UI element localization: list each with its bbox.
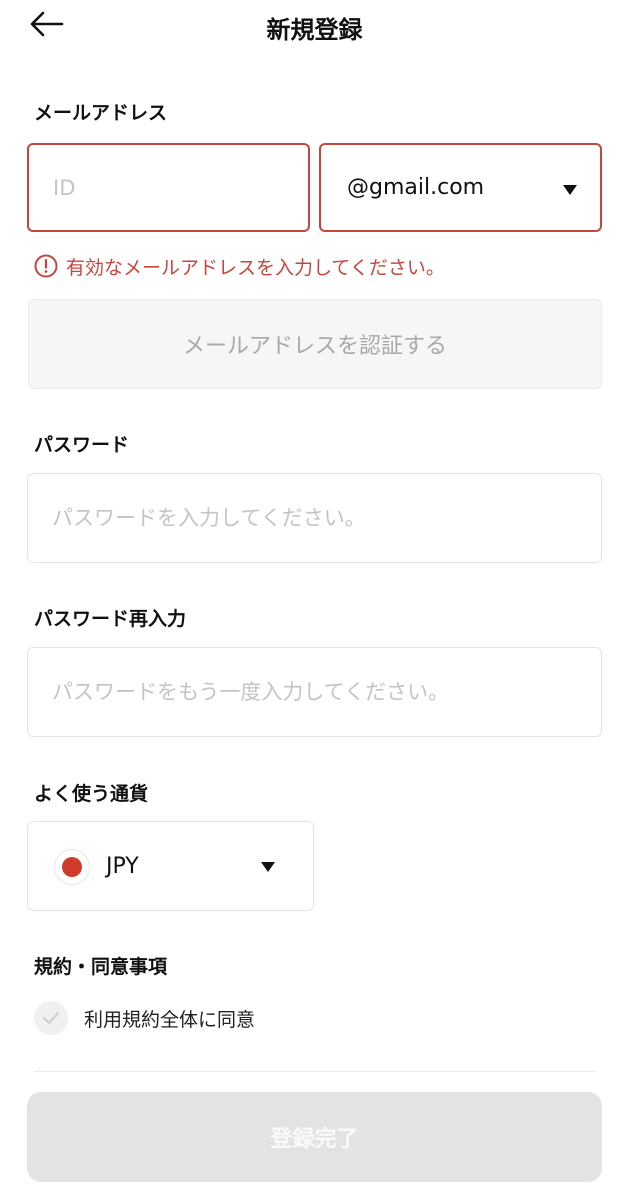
password-confirm-input[interactable] [28,648,601,736]
email-label: メールアドレス [34,102,168,124]
page-title: 新規登録 [266,16,363,44]
terms-label: 規約・同意事項 [34,956,168,978]
email-id-input[interactable] [29,145,308,230]
caret-down-icon [261,862,275,872]
check-icon [34,1001,68,1035]
currency-value: JPY [106,853,139,879]
password-confirm-label: パスワード再入力 [34,608,187,630]
email-domain-select[interactable]: @gmail.com [319,143,602,232]
password-field[interactable] [27,473,602,563]
email-id-field[interactable] [27,143,310,232]
password-input[interactable] [28,474,601,562]
email-domain-value: @gmail.com [347,175,485,200]
caret-down-icon [563,185,577,195]
submit-button[interactable]: 登録完了 [27,1092,602,1182]
email-error-message: 有効なメールアドレスを入力してください。 [34,252,445,280]
alert-circle-icon [34,254,58,278]
email-error-text: 有効なメールアドレスを入力してください。 [66,256,445,279]
verify-email-button[interactable]: メールアドレスを認証する [28,299,602,389]
header: 新規登録 [0,0,629,52]
currency-label: よく使う通貨 [34,783,149,805]
password-confirm-field[interactable] [27,647,602,737]
japan-flag-icon [54,849,90,885]
agree-all-checkbox[interactable]: 利用規約全体に同意 [34,1000,255,1036]
password-label: パスワード [34,434,130,456]
divider [34,1071,596,1072]
agree-all-label: 利用規約全体に同意 [84,1008,256,1031]
currency-select[interactable]: JPY [27,821,314,911]
